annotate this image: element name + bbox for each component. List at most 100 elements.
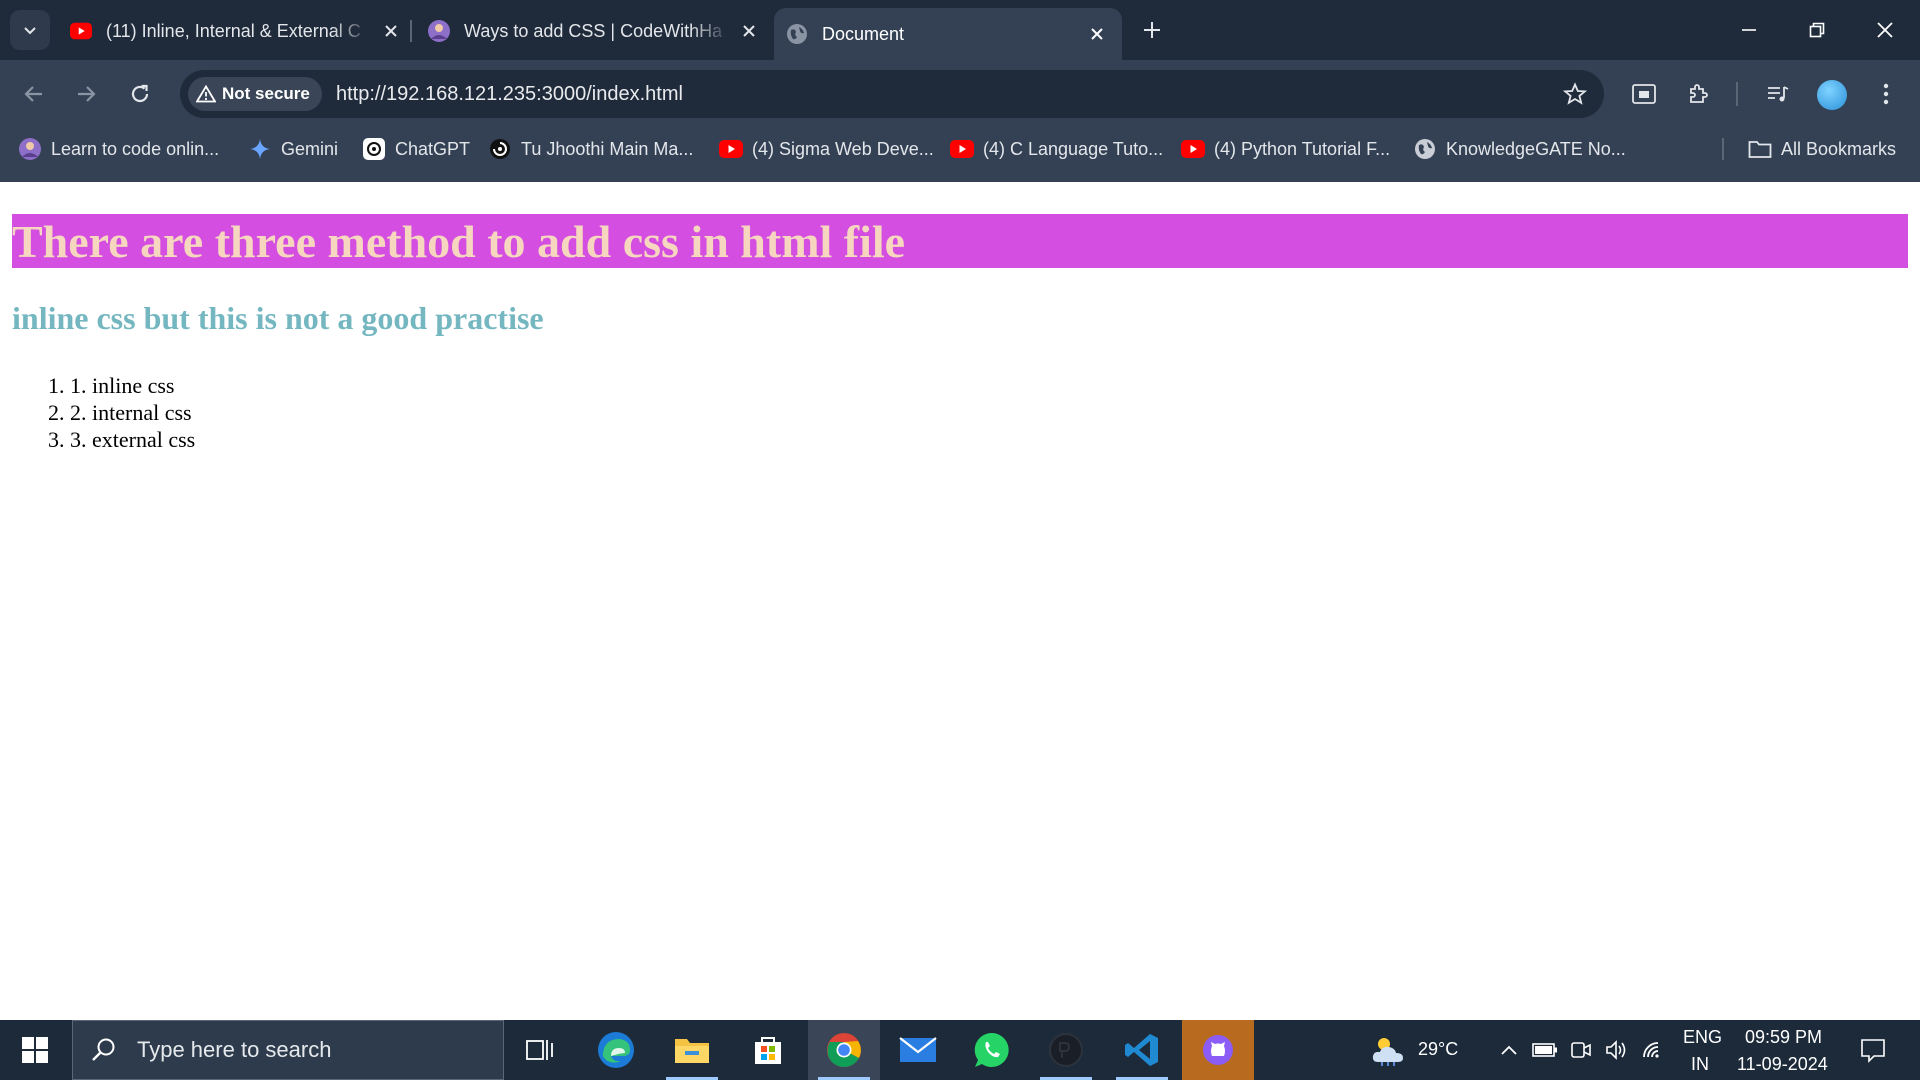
plus-icon [1144,22,1160,38]
minimize-button[interactable] [1716,0,1782,60]
close-tab-icon[interactable] [738,20,760,42]
tab-title: Ways to add CSS | CodeWithHa [464,20,723,41]
notifications-button[interactable] [1858,1035,1888,1065]
list-marker: 2. [48,400,70,425]
language-indicator-top[interactable]: ENG [1683,1027,1722,1048]
star-icon [1563,82,1587,105]
url-text[interactable]: http://192.168.121.235:3000/index.html [336,70,683,118]
list-marker: 1. [48,373,70,398]
warning-icon [196,85,216,103]
browser-toolbar: Not secure http://192.168.121.235:3000/i… [0,60,1920,128]
back-button[interactable] [14,74,54,114]
language-indicator-bottom[interactable]: IN [1691,1054,1709,1075]
tab-title: (11) Inline, Internal & External C [106,20,361,41]
restore-button[interactable] [1784,0,1850,60]
github-desktop-app[interactable] [1182,1020,1254,1080]
bookmarks-bar: Learn to code onlin... Gemini ChatGPT Tu… [0,128,1920,182]
avatar-icon [18,137,42,161]
bookmark-knowledgegate[interactable]: KnowledgeGATE No... [1413,128,1626,170]
bookmark-chatgpt[interactable]: ChatGPT [362,128,470,170]
all-bookmarks-label: All Bookmarks [1781,138,1897,159]
bookmark-label: Learn to code onlin... [51,138,220,159]
task-view-icon [526,1040,553,1060]
profile-avatar-button[interactable] [1817,80,1847,110]
bookmark-label: Tu Jhoothi Main Ma... [521,138,694,159]
tab-title: Document [822,23,905,44]
vscode-app[interactable] [1106,1020,1178,1080]
address-bar[interactable]: Not secure http://192.168.121.235:3000/i… [180,70,1604,118]
globe-icon [786,23,808,45]
mail-app[interactable] [882,1020,954,1080]
list-item-text: 2. internal css [70,400,192,425]
page-heading: There are three method to add css in htm… [12,214,1908,268]
security-label: Not secure [222,84,310,103]
reload-icon [131,84,149,103]
wifi-tray-icon[interactable] [1640,1038,1666,1062]
tab-document-active[interactable]: Document [774,8,1122,60]
forward-button[interactable] [66,74,106,114]
tab-youtube-video[interactable]: (11) Inline, Internal & External C [70,10,402,52]
bookmark-sigma-web-dev[interactable]: (4) Sigma Web Deve... [719,128,934,170]
disc-icon [488,137,512,161]
media-queue-icon [1768,86,1789,102]
bookmark-learn-to-code[interactable]: Learn to code onlin... [18,128,219,170]
whatsapp-app[interactable] [956,1020,1028,1080]
windows-taskbar: Type here to search 29°C ENG IN 09:59 PM… [0,1020,1920,1080]
windows-logo-icon [22,1037,48,1063]
reload-button[interactable] [120,74,160,114]
list-item-text: 1. inline css [70,373,175,398]
extensions-button[interactable] [1683,78,1715,110]
bookmark-c-language[interactable]: (4) C Language Tuto... [950,128,1163,170]
weather-button[interactable] [1370,1032,1406,1068]
list-item-text: 3. external css [70,427,196,452]
battery-icon [1532,1043,1557,1057]
close-tab-icon[interactable] [380,20,402,42]
chrome-icon [827,1033,861,1068]
tab-separator [410,20,412,42]
weather-temperature[interactable]: 29°C [1418,1039,1458,1060]
edge-app[interactable] [580,1020,652,1080]
close-tab-icon[interactable] [1086,23,1108,45]
youtube-icon [950,137,974,161]
chrome-app[interactable] [808,1020,880,1080]
globe-icon [1413,137,1437,161]
search-icon [92,1038,115,1061]
picture-in-picture-button[interactable] [1628,78,1660,110]
pw-app[interactable] [1030,1020,1102,1080]
all-bookmarks-button[interactable]: All Bookmarks [1748,128,1896,170]
tab-codewithharry[interactable]: Ways to add CSS | CodeWithHa [428,10,760,52]
tab-search-button[interactable] [10,10,50,50]
mail-icon [899,1037,937,1062]
meet-now-tray-icon[interactable] [1568,1038,1594,1062]
whatsapp-icon [974,1032,1009,1067]
bookmark-gemini[interactable]: Gemini [248,128,338,170]
chevron-up-icon [1501,1045,1517,1055]
folder-icon [675,1039,709,1063]
battery-tray-icon[interactable] [1532,1038,1558,1062]
file-explorer-app[interactable] [656,1020,728,1080]
web-page-content: There are three method to add css in htm… [0,182,1920,1020]
site-security-chip[interactable]: Not secure [188,77,322,111]
close-window-button[interactable] [1852,0,1918,60]
clock-time[interactable]: 09:59 PM [1745,1027,1822,1048]
media-controls-button[interactable] [1762,78,1794,110]
start-button[interactable] [0,1020,70,1080]
volume-tray-icon[interactable] [1604,1038,1630,1062]
arrow-left-icon [24,86,42,102]
browser-menu-button[interactable] [1870,78,1902,110]
pw-icon [1049,1033,1083,1067]
folder-icon [1748,137,1772,161]
store-icon [755,1037,781,1064]
microsoft-store-app[interactable] [732,1020,804,1080]
new-tab-button[interactable] [1136,14,1168,46]
list-marker: 3. [48,427,70,452]
bookmark-tu-jhoothi[interactable]: Tu Jhoothi Main Ma... [488,128,693,170]
search-placeholder: Type here to search [137,1037,332,1062]
bookmark-star-button[interactable] [1560,79,1590,109]
task-view-button[interactable] [504,1020,576,1080]
bookmarks-divider [1722,138,1724,160]
taskbar-search-box[interactable]: Type here to search [72,1020,504,1080]
show-hidden-icons-button[interactable] [1496,1038,1522,1062]
bookmark-python-tutorial[interactable]: (4) Python Tutorial F... [1181,128,1390,170]
clock-date[interactable]: 11-09-2024 [1737,1054,1828,1075]
